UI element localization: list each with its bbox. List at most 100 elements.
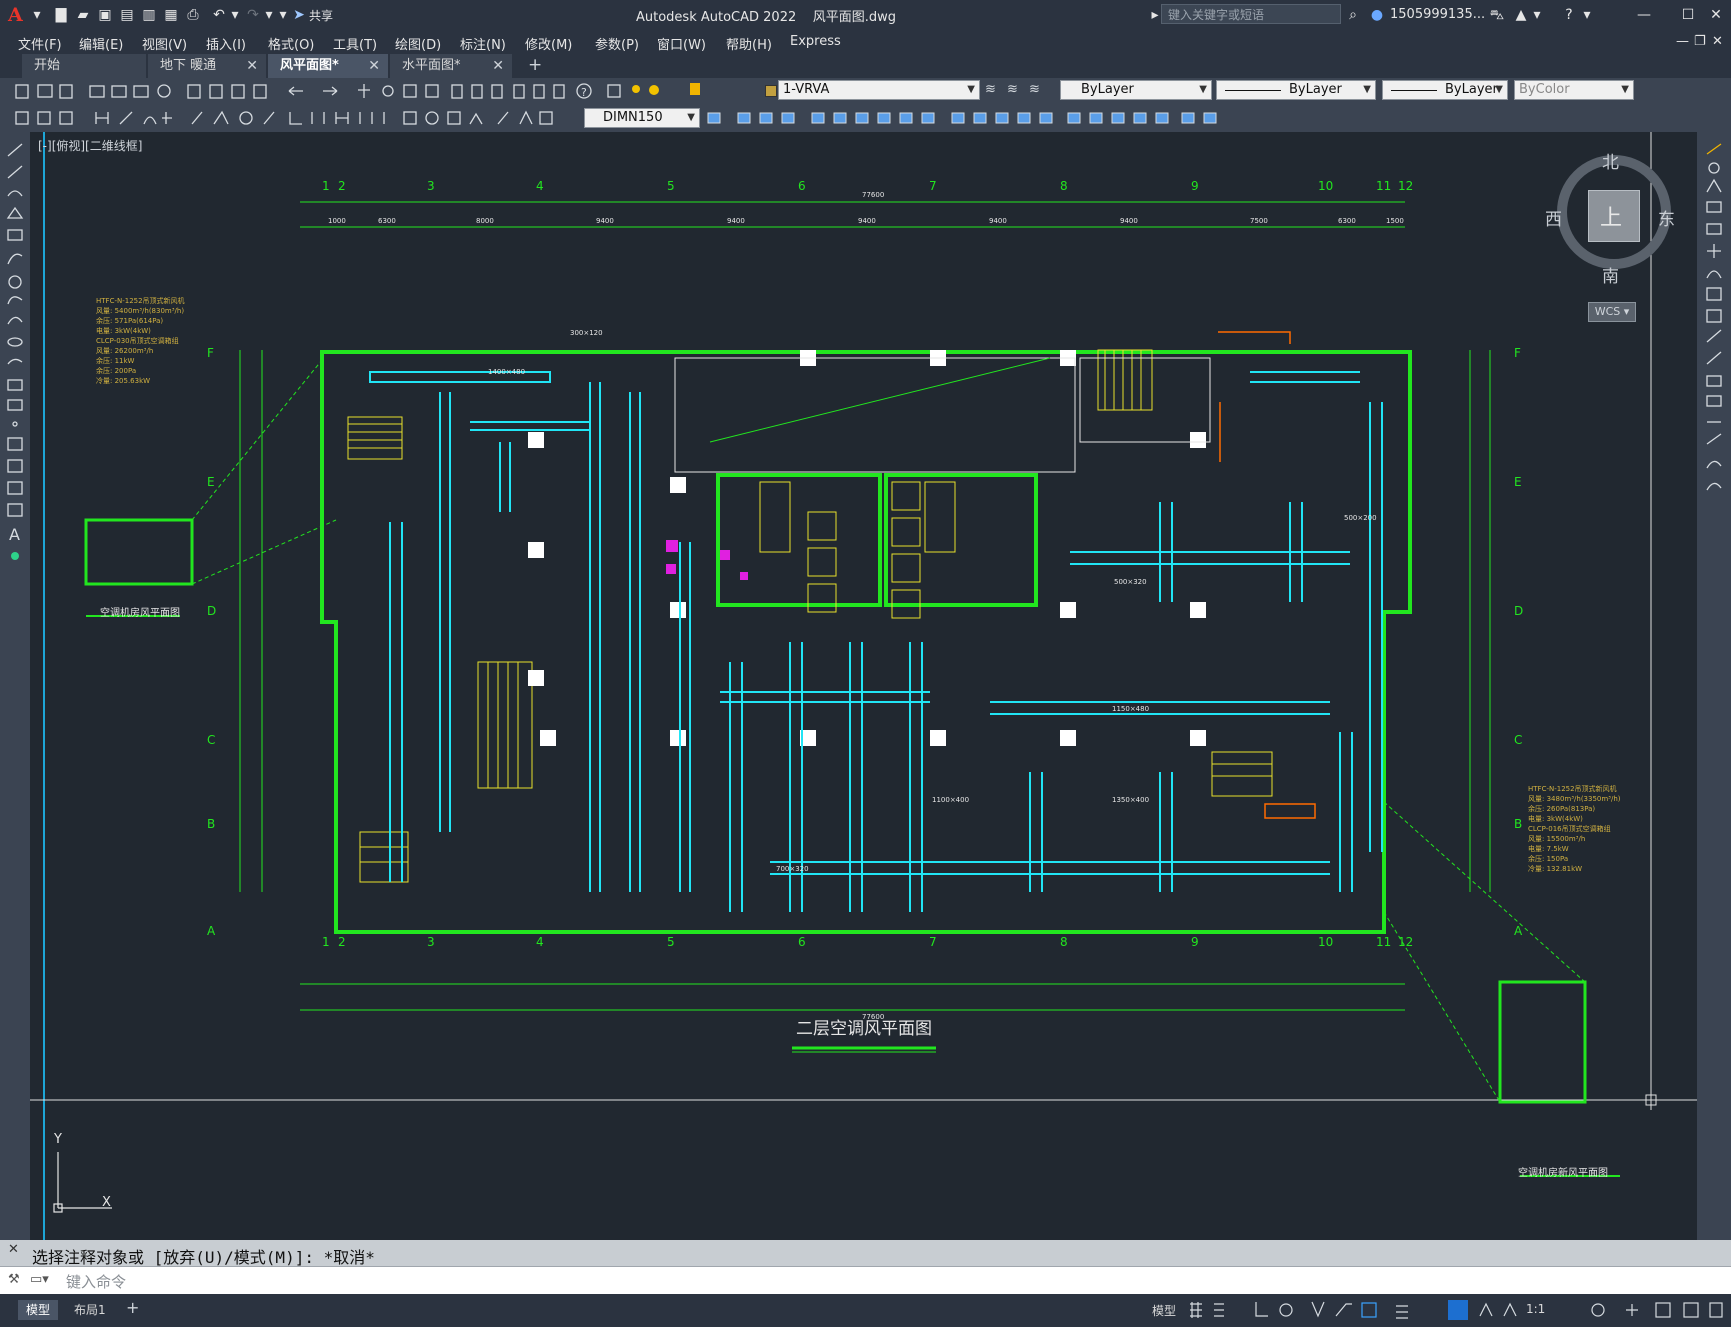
lineweight-dropdown[interactable]: ByLayer ▼ [1382, 80, 1508, 100]
modify-toolbar-icons[interactable] [704, 104, 1224, 132]
cart-icon[interactable]: ⛍ [1488, 6, 1506, 24]
chevron-down-icon: ▼ [1495, 84, 1503, 95]
lineweight-preview [1391, 90, 1437, 91]
command-line[interactable] [0, 1266, 1731, 1295]
print-icon[interactable]: ⎙ [184, 6, 202, 24]
wrench-icon[interactable]: ⚒ [8, 1272, 20, 1287]
share-button[interactable]: 共享 [309, 7, 333, 24]
draw-toolbar-icons[interactable]: A [0, 132, 30, 602]
layer-state-icon[interactable]: ≋ [985, 82, 1001, 98]
layer-dropdown[interactable]: 1-VRVA ▼ [778, 80, 980, 100]
linetype-preview [1225, 90, 1281, 91]
title-bar: A ▾ ▇ ▰ ▣ ▤ ▥ ▦ ⎙ ↶ ▾ ↷ ▾ ▾ ➤ 共享 Autodes… [0, 0, 1731, 30]
viewport-controls[interactable]: [-][俯视][二维线框] [38, 137, 142, 154]
a360-dropdown-icon[interactable]: ▾ [1528, 6, 1546, 24]
chevron-down-icon: ▼ [967, 84, 975, 95]
close-icon[interactable]: ✕ [368, 54, 380, 78]
layer-match-icon[interactable]: ≋ [1029, 82, 1045, 98]
add-layout-icon[interactable]: + [126, 1298, 139, 1317]
chevron-down-icon: ▼ [1621, 84, 1629, 95]
menu-draw[interactable]: 绘图(D) [395, 34, 441, 53]
save-icon[interactable]: ▣ [96, 6, 114, 24]
autocad-logo[interactable]: A [8, 4, 23, 26]
save-web-icon[interactable]: ▦ [162, 6, 180, 24]
menu-help[interactable]: 帮助(H) [726, 34, 772, 53]
user-icon[interactable]: ● [1368, 6, 1386, 24]
close-icon[interactable]: ✕ [1704, 5, 1728, 25]
wcs-menu[interactable]: WCS ▾ [1588, 302, 1636, 322]
status-toggle-icons[interactable] [1186, 1298, 1726, 1322]
dimension-toolbar: DIMN150 ▼ [0, 104, 1731, 133]
modify-side-toolbar-icons[interactable] [1697, 132, 1731, 532]
tab-label: 开始 [34, 58, 61, 73]
tab-start[interactable]: 开始 [22, 54, 146, 78]
color-dropdown[interactable]: ByLayer ▼ [1060, 80, 1212, 100]
dimstyle-dropdown[interactable]: DIMN150 ▼ [584, 108, 700, 128]
floor-plan-drawing [30, 132, 1697, 1240]
modify-side-toolbar [1697, 132, 1731, 1240]
doc-minimize-icon[interactable]: — [1676, 34, 1689, 49]
new-file-icon[interactable]: ▇ [52, 6, 70, 24]
share-icon[interactable]: ➤ [290, 6, 308, 24]
lineweight-value: ByLayer [1445, 82, 1498, 97]
compass-west[interactable]: 西 [1545, 205, 1562, 230]
drawing-canvas[interactable]: 1 2 3 4 5 6 7 8 9 10 11 12 1 2 3 4 5 6 7… [30, 132, 1697, 1240]
menu-insert[interactable]: 插入(I) [206, 34, 246, 53]
linetype-value: ByLayer [1289, 82, 1342, 97]
close-icon[interactable]: ✕ [246, 54, 258, 78]
menu-dimension[interactable]: 标注(N) [460, 34, 506, 53]
new-tab-icon[interactable]: + [528, 55, 542, 75]
save-as-icon[interactable]: ▤ [118, 6, 136, 24]
svg-text:A: A [9, 525, 20, 544]
help-icon[interactable]: ? [1560, 6, 1578, 24]
open-file-icon[interactable]: ▰ [74, 6, 92, 24]
menu-format[interactable]: 格式(O) [268, 34, 314, 53]
menu-express[interactable]: Express [790, 34, 841, 49]
tab-basement-hvac[interactable]: 地下 暖通 ✕ [148, 54, 266, 78]
command-recent-icon[interactable]: ▭▾ [30, 1272, 49, 1287]
maximize-icon[interactable]: ☐ [1676, 5, 1700, 25]
model-space-button[interactable]: 模型 [1152, 1302, 1176, 1319]
doc-restore-icon[interactable]: ❐ [1694, 34, 1706, 49]
menu-edit[interactable]: 编辑(E) [79, 34, 123, 53]
menu-modify[interactable]: 修改(M) [525, 34, 572, 53]
standard-toolbar-icons[interactable]: ? [6, 78, 676, 104]
dimension-toolbar-icons[interactable] [6, 104, 576, 132]
layer-previous-icon[interactable]: ≋ [1007, 82, 1023, 98]
menu-file[interactable]: 文件(F) [18, 34, 62, 53]
minimize-icon[interactable]: — [1632, 5, 1656, 25]
user-account[interactable]: 1505999135... [1390, 7, 1485, 22]
annotation-scale[interactable]: 1:1 [1526, 1302, 1545, 1316]
doc-close-icon[interactable]: ✕ [1712, 34, 1723, 49]
open-web-icon[interactable]: ▥ [140, 6, 158, 24]
tab-model[interactable]: 模型 [18, 1300, 59, 1320]
close-icon[interactable]: ✕ [8, 1242, 19, 1257]
menu-view[interactable]: 视图(V) [142, 34, 187, 53]
compass-east[interactable]: 东 [1658, 205, 1675, 230]
menu-parametric[interactable]: 参数(P) [595, 34, 639, 53]
dimstyle-value: DIMN150 [603, 110, 663, 125]
chevron-down-icon: ▼ [687, 112, 695, 123]
plotstyle-dropdown[interactable]: ByColor ▼ [1514, 80, 1634, 100]
color-value: ByLayer [1081, 82, 1134, 97]
undo-dropdown-icon[interactable]: ▾ [226, 6, 244, 24]
chevron-down-icon[interactable]: ▾ [28, 6, 46, 24]
view-cube-face[interactable]: 上 [1600, 200, 1622, 232]
chevron-down-icon: ▼ [1199, 84, 1207, 95]
help-dropdown-icon[interactable]: ▾ [1578, 6, 1596, 24]
tab-air-plan[interactable]: 风平面图* ✕ [268, 54, 388, 78]
lock-icon[interactable] [690, 83, 700, 95]
chevron-down-icon: ▼ [1363, 84, 1371, 95]
menu-tools[interactable]: 工具(T) [333, 34, 377, 53]
search-input[interactable]: 键入关键字或短语 [1161, 4, 1341, 24]
layer-color-swatch [765, 85, 777, 97]
tab-layout1[interactable]: 布局1 [66, 1300, 114, 1320]
close-icon[interactable]: ✕ [492, 54, 504, 78]
menu-window[interactable]: 窗口(W) [657, 34, 706, 53]
linetype-dropdown[interactable]: ByLayer ▼ [1216, 80, 1376, 100]
compass-south[interactable]: 南 [1602, 262, 1619, 287]
tab-water-plan[interactable]: 水平面图* ✕ [390, 54, 512, 78]
command-input[interactable]: 键入命令 [66, 1271, 126, 1292]
search-icon[interactable]: ⌕ [1344, 6, 1362, 24]
compass-north[interactable]: 北 [1602, 148, 1619, 173]
